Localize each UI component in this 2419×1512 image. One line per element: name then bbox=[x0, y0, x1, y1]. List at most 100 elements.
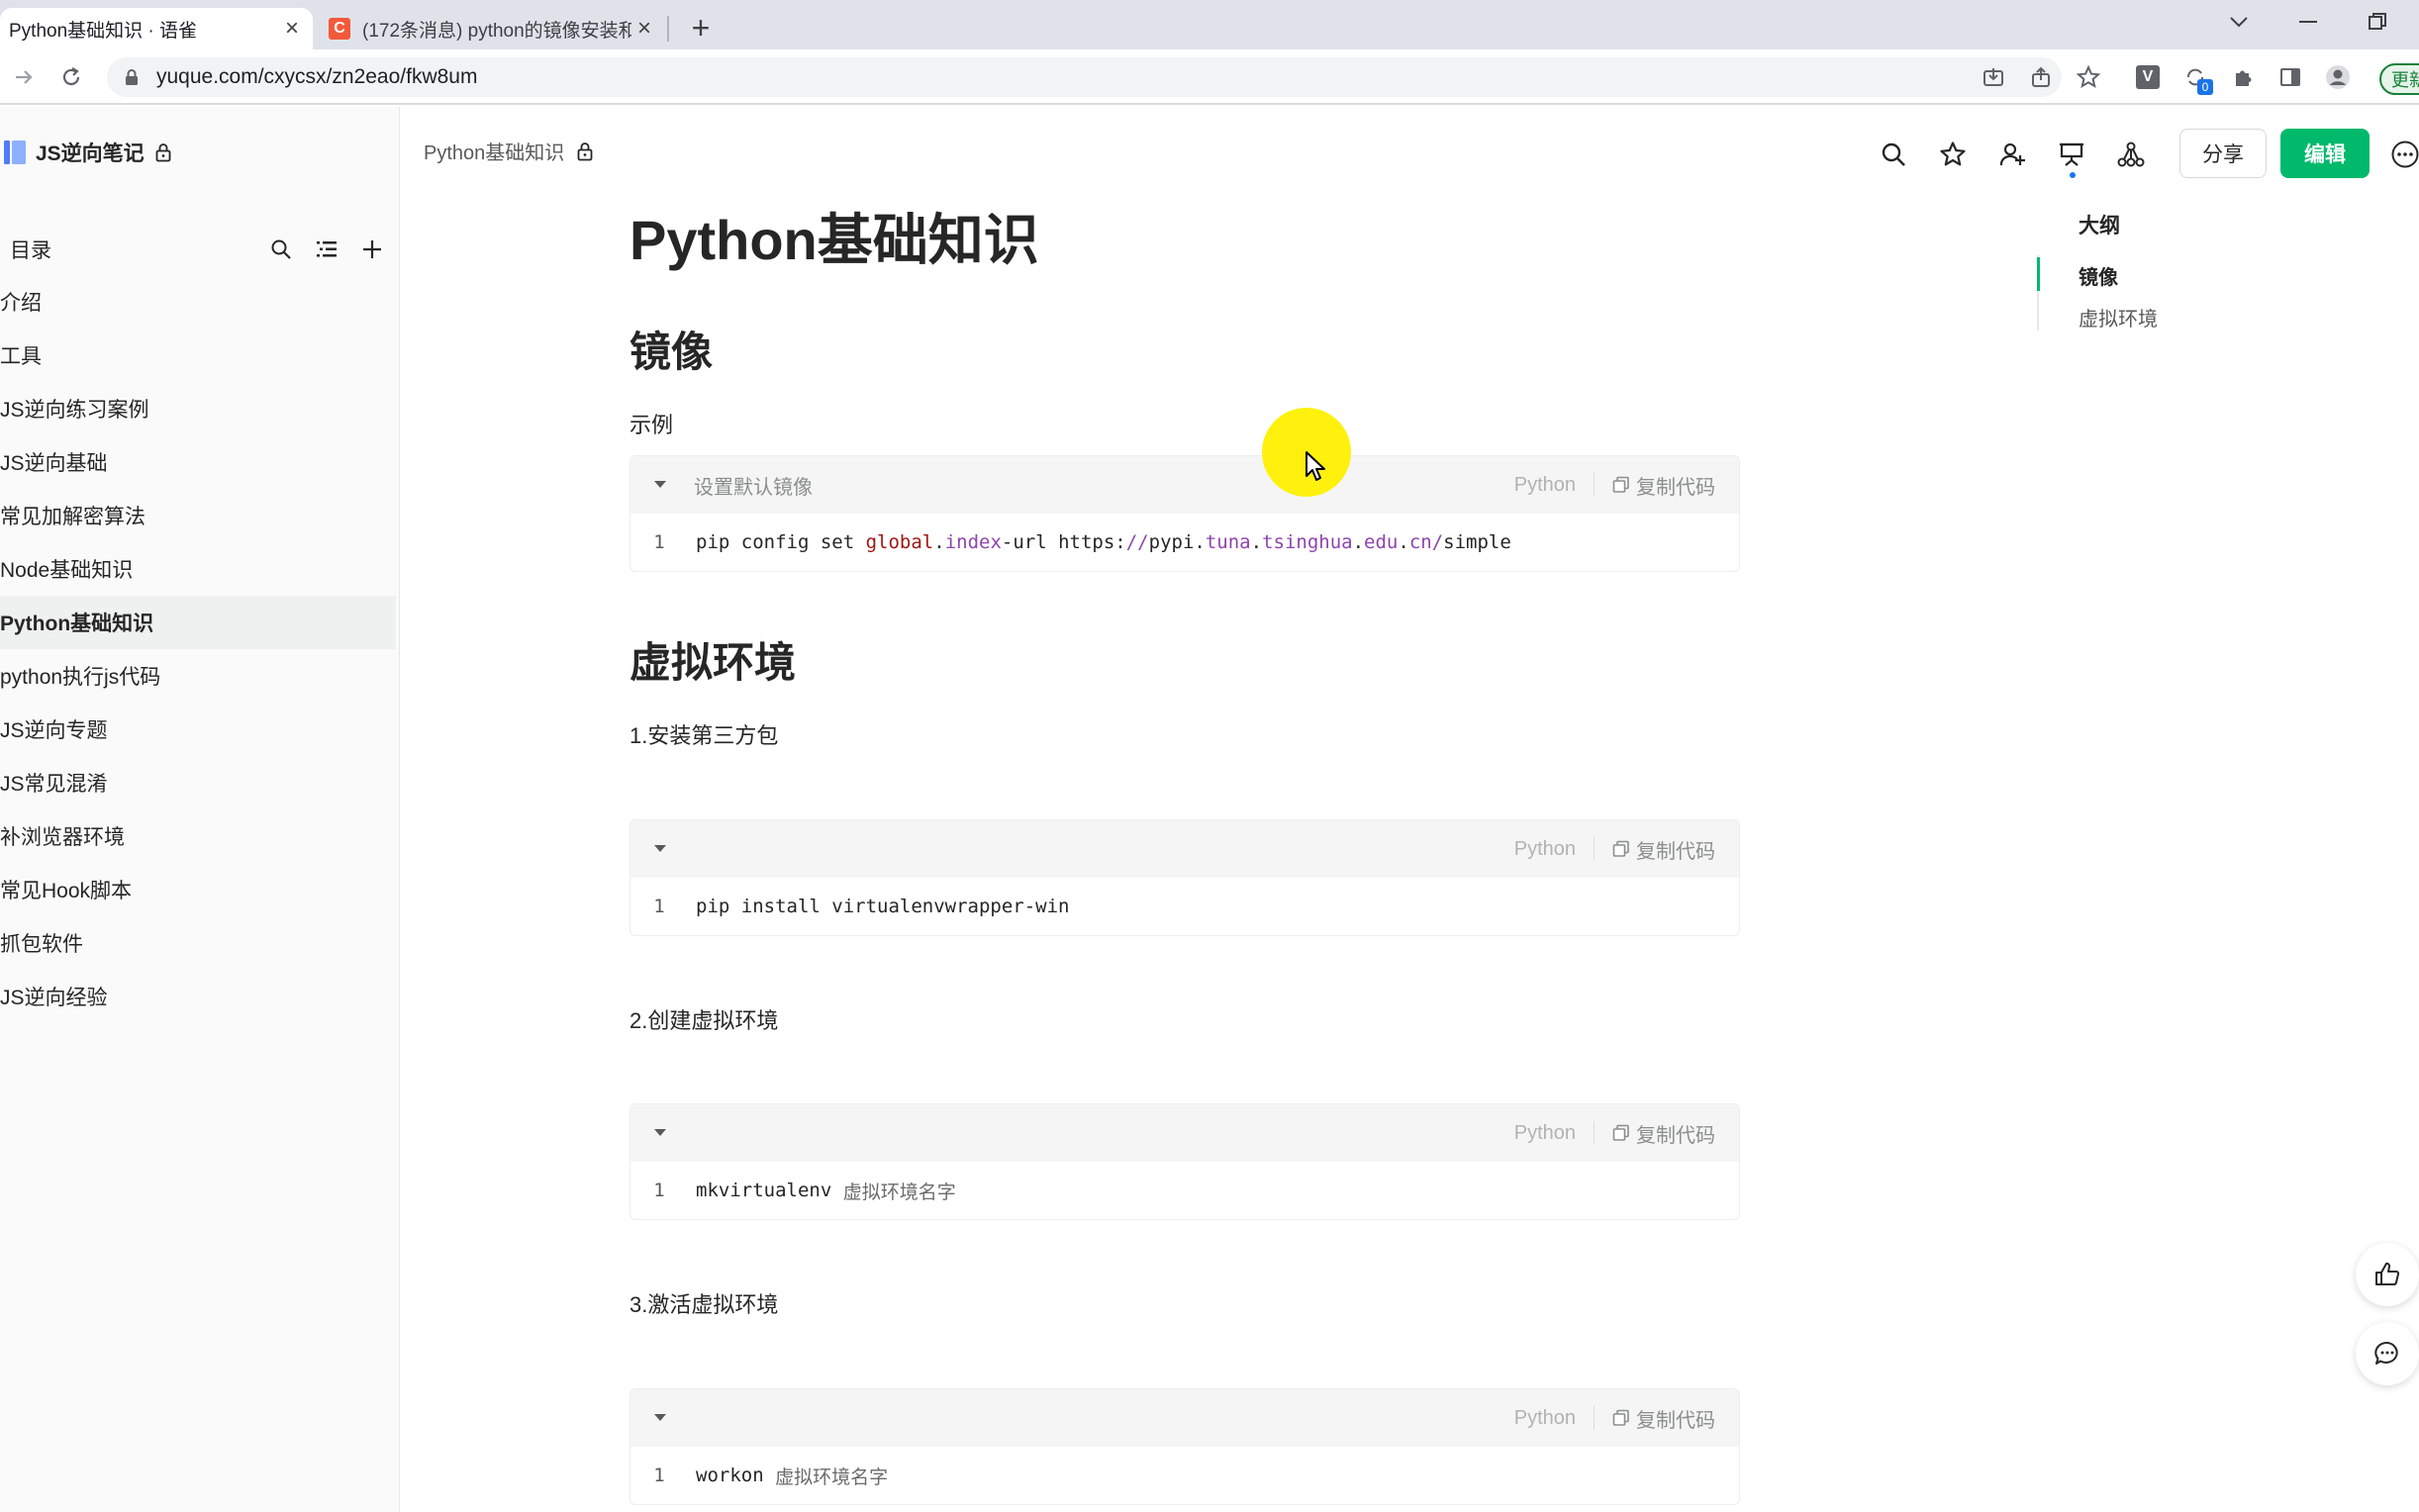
divider bbox=[1594, 473, 1595, 497]
share-button[interactable]: 分享 bbox=[2179, 129, 2267, 178]
outline-title: 大纲 bbox=[2079, 215, 2120, 237]
code-language[interactable]: Python bbox=[1514, 1122, 1576, 1145]
paragraph-step1: 1.安装第三方包 bbox=[629, 723, 779, 748]
divider bbox=[1594, 1406, 1595, 1430]
minimize-icon[interactable] bbox=[2288, 4, 2328, 40]
toc-item[interactable]: JS逆向练习案例 bbox=[0, 382, 400, 435]
copy-icon bbox=[1612, 1409, 1629, 1426]
collapse-caret-icon[interactable] bbox=[650, 481, 670, 489]
edit-button[interactable]: 编辑 bbox=[2280, 129, 2370, 178]
copy-code-label: 复制代码 bbox=[1636, 1124, 1715, 1147]
install-app-icon[interactable] bbox=[1976, 59, 2011, 95]
toc-item[interactable]: 抓包软件 bbox=[0, 916, 400, 970]
extension-v-icon[interactable]: V bbox=[2130, 59, 2166, 95]
star-favorite-icon[interactable] bbox=[1933, 135, 1973, 174]
bookmark-star-icon[interactable] bbox=[2071, 59, 2106, 95]
mouse-cursor-icon bbox=[1306, 451, 1325, 481]
toc-item[interactable]: python执行js代码 bbox=[0, 649, 400, 703]
book-header[interactable]: JS逆向笔记 bbox=[0, 135, 172, 170]
tab-title: Python基础知识 · 语雀 bbox=[9, 20, 198, 42]
add-collaborator-icon[interactable] bbox=[1992, 135, 2032, 174]
restore-icon[interactable] bbox=[2358, 4, 2397, 40]
toc-item-active[interactable]: Python基础知识 bbox=[0, 596, 396, 649]
code-block-header: 设置默认镜像 Python 复制代码 bbox=[630, 456, 1739, 514]
line-number: 1 bbox=[653, 1180, 665, 1201]
close-icon[interactable]: × bbox=[631, 15, 657, 42]
graph-structure-icon[interactable] bbox=[2111, 135, 2151, 174]
heading-mirror: 镜像 bbox=[629, 329, 714, 375]
tab-csdn[interactable]: C (172条消息) python的镜像安装和 × bbox=[317, 8, 665, 49]
book-icon bbox=[4, 141, 26, 164]
tab-yuque[interactable]: Python基础知识 · 语雀 × bbox=[0, 8, 313, 49]
update-chrome-button[interactable]: 更新 bbox=[2379, 63, 2419, 95]
collapse-caret-icon[interactable] bbox=[650, 1129, 670, 1137]
toc-item[interactable]: 工具 bbox=[0, 329, 400, 382]
code-text: pip config set global.index-url https://… bbox=[696, 531, 1511, 553]
collapse-caret-icon[interactable] bbox=[650, 845, 670, 853]
code-language[interactable]: Python bbox=[1514, 838, 1576, 861]
profile-avatar-icon[interactable] bbox=[2320, 59, 2356, 95]
outline-item-mirror[interactable]: 镜像 bbox=[2079, 261, 2118, 290]
search-icon[interactable] bbox=[263, 232, 299, 267]
breadcrumb: Python基础知识 bbox=[424, 137, 594, 165]
like-button[interactable] bbox=[2356, 1243, 2419, 1306]
lock-icon bbox=[155, 143, 171, 162]
more-options-icon[interactable] bbox=[2385, 135, 2419, 174]
new-tab-plus-icon[interactable]: + bbox=[683, 10, 719, 46]
address-bar[interactable]: yuque.com/cxycsx/zn2eao/fkw8um bbox=[107, 57, 2062, 97]
code-line: 1 pip config set global.index-url https:… bbox=[630, 514, 1739, 571]
copy-code-button[interactable]: 复制代码 bbox=[1612, 1119, 1715, 1148]
outline-item-virtualenv[interactable]: 虚拟环境 bbox=[2079, 303, 2158, 331]
extension-sync-icon[interactable]: 0 bbox=[2177, 59, 2213, 95]
copy-code-button[interactable]: 复制代码 bbox=[1612, 471, 1715, 500]
toc-item[interactable]: JS常见混淆 bbox=[0, 756, 400, 809]
comment-button[interactable] bbox=[2356, 1322, 2419, 1385]
toc-item[interactable]: 常见加解密算法 bbox=[0, 489, 400, 542]
toc-item[interactable]: 常见Hook脚本 bbox=[0, 863, 400, 916]
toc-item[interactable]: JS逆向经验 bbox=[0, 970, 400, 1023]
url-text: yuque.com/cxycsx/zn2eao/fkw8um bbox=[156, 65, 478, 88]
present-icon[interactable] bbox=[2052, 135, 2091, 178]
outline-active-indicator bbox=[2037, 257, 2040, 291]
code-block: Python 复制代码 1 workon 虚拟环境名字 bbox=[629, 1388, 1740, 1505]
code-language[interactable]: Python bbox=[1514, 1407, 1576, 1430]
comment-bubble-icon bbox=[2374, 1341, 2398, 1365]
forward-arrow-icon[interactable] bbox=[4, 57, 44, 97]
divider bbox=[1594, 1121, 1595, 1145]
browser-tab-bar: Python基础知识 · 语雀 × C (172条消息) python的镜像安装… bbox=[0, 0, 2419, 49]
copy-icon bbox=[1612, 840, 1629, 857]
code-text: mkvirtualenv bbox=[696, 1180, 843, 1201]
toc-item[interactable]: 介绍 bbox=[0, 275, 400, 329]
collapse-caret-icon[interactable] bbox=[650, 1414, 670, 1422]
code-block-header: Python 复制代码 bbox=[630, 1389, 1739, 1447]
toc-label: 目录 bbox=[10, 239, 51, 262]
share-page-icon[interactable] bbox=[2023, 59, 2059, 95]
copy-code-label: 复制代码 bbox=[1636, 476, 1715, 499]
side-panel-icon[interactable] bbox=[2273, 59, 2308, 95]
reload-icon[interactable] bbox=[51, 57, 91, 97]
toc-item[interactable]: JS逆向专题 bbox=[0, 703, 400, 756]
code-comment: 虚拟环境名字 bbox=[842, 1181, 956, 1203]
divider bbox=[1594, 837, 1595, 861]
copy-code-button[interactable]: 复制代码 bbox=[1612, 835, 1715, 864]
code-language[interactable]: Python bbox=[1514, 474, 1576, 497]
code-text: workon bbox=[696, 1465, 776, 1486]
paragraph-step3: 3.激活虚拟环境 bbox=[629, 1292, 779, 1317]
copy-code-label: 复制代码 bbox=[1636, 840, 1715, 863]
tab-search-chevron-icon[interactable] bbox=[2219, 4, 2259, 40]
code-block: Python 复制代码 1 mkvirtualenv 虚拟环境名字 bbox=[629, 1103, 1740, 1220]
code-block-header: Python 复制代码 bbox=[630, 820, 1739, 878]
toc-item[interactable]: 补浏览器环境 bbox=[0, 809, 400, 863]
breadcrumb-doc-title[interactable]: Python基础知识 bbox=[424, 137, 564, 165]
extensions-puzzle-icon[interactable] bbox=[2225, 59, 2261, 95]
toc-item[interactable]: JS逆向基础 bbox=[0, 435, 400, 489]
toc-list-icon[interactable] bbox=[309, 232, 344, 267]
toc-item[interactable]: Node基础知识 bbox=[0, 542, 400, 596]
copy-icon bbox=[1612, 476, 1629, 493]
copy-code-button[interactable]: 复制代码 bbox=[1612, 1404, 1715, 1433]
close-icon[interactable]: × bbox=[279, 15, 305, 42]
add-plus-icon[interactable] bbox=[354, 232, 390, 267]
search-icon[interactable] bbox=[1874, 135, 1913, 174]
code-block: Python 复制代码 1 pip install virtualenvwrap… bbox=[629, 819, 1740, 936]
browser-toolbar: yuque.com/cxycsx/zn2eao/fkw8um V 0 更新 bbox=[0, 49, 2419, 105]
